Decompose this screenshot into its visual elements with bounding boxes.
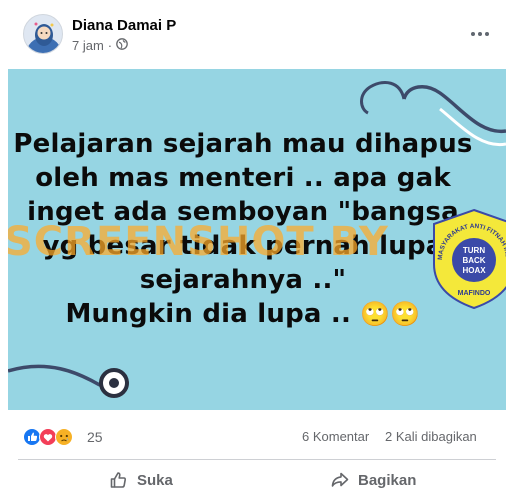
share-label: Bagikan — [358, 471, 417, 489]
comment-count-link[interactable]: 6 Komentar — [302, 429, 369, 444]
badge-line3: HOAX — [462, 266, 486, 275]
reaction-icons[interactable] — [23, 428, 83, 446]
share-count-link[interactable]: 2 Kali dibagikan — [385, 429, 477, 444]
sad-reaction-icon — [55, 428, 73, 446]
share-button[interactable]: Bagikan — [330, 466, 416, 494]
eye-roll-emoji: 🙄🙄 — [360, 300, 421, 328]
turnbackhoax-badge: MASYARAKAT ANTI FITNAH INDONESIA TURN BA… — [426, 201, 506, 310]
like-label: Suka — [137, 471, 173, 489]
author-name[interactable]: Diana Damai P — [72, 17, 176, 34]
badge-bottom: MAFINDO — [458, 290, 491, 297]
post-time[interactable]: 7 jam — [72, 38, 104, 53]
reactions-row: 25 6 Komentar 2 Kali dibagikan — [0, 422, 514, 452]
badge-line2: BACK — [462, 256, 485, 265]
text-line: Pelajaran sejarah mau dihapus — [13, 129, 473, 159]
text-line: oleh mas menteri .. apa gak — [35, 163, 451, 193]
divider — [18, 459, 496, 460]
like-button[interactable]: Suka — [109, 466, 173, 494]
avatar[interactable] — [23, 14, 63, 54]
post-image[interactable]: Pelajaran sejarah mau dihapus oleh mas m… — [8, 69, 506, 410]
love-reaction-icon — [39, 428, 57, 446]
post-header: Diana Damai P 7 jam · — [0, 0, 514, 68]
text-line: sejarahnya .." — [139, 265, 347, 295]
watermark-text: SCREENSHOT BY — [8, 219, 389, 265]
share-arrow-icon — [331, 472, 349, 487]
thumbs-up-icon — [110, 472, 127, 488]
more-options-button[interactable] — [468, 22, 492, 46]
text-line-last: Mungkin dia lupa .. 🙄🙄 — [65, 299, 421, 329]
reaction-count[interactable]: 25 — [87, 429, 103, 445]
globe-icon — [116, 38, 128, 53]
like-reaction-icon — [23, 428, 41, 446]
post-meta: 7 jam · — [72, 38, 128, 53]
badge-line1: TURN — [463, 246, 485, 255]
more-options-icon — [471, 32, 489, 36]
